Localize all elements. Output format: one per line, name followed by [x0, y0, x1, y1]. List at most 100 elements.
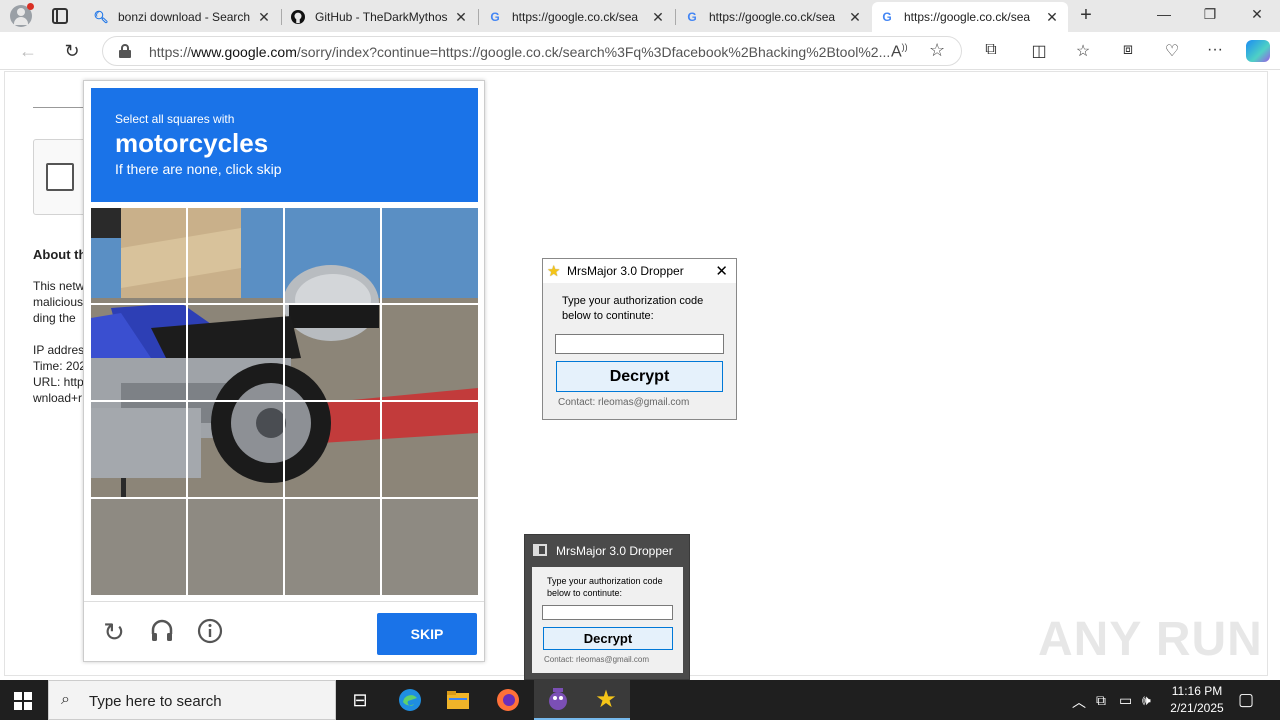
dialog-titlebar[interactable]: MrsMajor 3.0 Dropper [525, 535, 689, 565]
more-menu-icon[interactable]: ··· [1204, 41, 1226, 61]
app-window-icon [533, 544, 547, 556]
auth-code-input[interactable] [555, 334, 724, 354]
tab-label: https://google.co.ck/sea [512, 10, 639, 24]
dialog-body: Type your authorization code below to co… [532, 567, 683, 673]
windows-start-icon[interactable] [14, 692, 32, 710]
about-heading: About th [33, 247, 87, 262]
show-hidden-icons-chevron-icon[interactable]: ︿ [1072, 692, 1086, 712]
info-icon[interactable] [196, 618, 224, 646]
tab-bonzi-search[interactable]: 🔍︎ bonzi download - Search ✕ [86, 2, 280, 32]
auth-prompt: Type your authorization code below to co… [547, 576, 663, 598]
address-bar[interactable]: https://www.google.com/sorry/index?conti… [102, 36, 962, 66]
tab-google-2[interactable]: G https://google.co.ck/sea ✕ [677, 2, 871, 32]
captcha-challenge: Select all squares with motorcycles If t… [83, 80, 485, 662]
tab-bar: 🔍︎ bonzi download - Search ✕ GitHub - Th… [0, 0, 1280, 32]
audio-headphones-icon[interactable] [148, 618, 176, 646]
tab-actions-icon[interactable] [52, 8, 68, 24]
firefox-icon[interactable] [484, 680, 532, 720]
google-icon: G [687, 10, 697, 24]
tab-google-active[interactable]: G https://google.co.ck/sea ✕ [872, 2, 1068, 32]
github-icon [291, 10, 305, 24]
browser-essentials-icon[interactable]: ♡ [1161, 41, 1183, 61]
volume-icon[interactable]: 🕪︎ [1142, 692, 1151, 709]
lock-icon [119, 44, 131, 58]
auth-prompt: Type your authorization code below to co… [562, 295, 704, 322]
reload-icon[interactable]: ↻ [100, 618, 128, 646]
search-icon: ⌕ [61, 691, 70, 708]
recaptcha-checkbox[interactable] [46, 163, 74, 191]
notifications-icon[interactable]: ▢ [1238, 690, 1254, 710]
minimize-icon[interactable]: — [1154, 6, 1174, 22]
restore-icon[interactable]: ❐ [1200, 6, 1220, 23]
tab-label: bonzi download - Search [118, 10, 251, 24]
close-tab-icon[interactable]: ✕ [847, 9, 863, 26]
page-text-line: IP addres [33, 343, 85, 357]
page-text-line: ding the [33, 311, 76, 325]
page-text-line: URL: http [33, 375, 84, 389]
star-icon: ★ [547, 263, 561, 280]
taskbar: ⌕ Type here to search ⊟ ★ ︿ ⧉ ▭ 🕪︎ 11:16… [0, 680, 1280, 720]
extensions-icon[interactable]: ⧉ [980, 41, 1002, 61]
read-aloud-icon[interactable]: A)) [891, 42, 908, 61]
file-explorer-icon[interactable] [434, 680, 482, 720]
captcha-header: Select all squares with motorcycles If t… [91, 88, 478, 202]
contact-text: Contact: rleomas@gmail.com [558, 397, 690, 408]
auth-code-input[interactable] [542, 605, 673, 620]
skip-button[interactable]: SKIP [377, 613, 477, 655]
captcha-image-grid [91, 208, 478, 595]
meet-now-icon[interactable]: ⧉ [1096, 692, 1106, 709]
refresh-icon[interactable]: ↻ [60, 39, 84, 63]
clock-date: 2/21/2025 [1170, 701, 1224, 715]
captcha-subtext: If there are none, click skip [115, 161, 282, 177]
favorite-star-icon[interactable]: ☆ [929, 40, 945, 61]
new-tab-icon[interactable]: + [1076, 5, 1096, 25]
close-tab-icon[interactable]: ✕ [1044, 9, 1060, 26]
captcha-footer: ↻ SKIP [84, 601, 484, 661]
tab-label: GitHub - TheDarkMythos [315, 10, 448, 24]
close-icon[interactable]: ✕ [715, 262, 728, 280]
dialog-titlebar[interactable]: ★ MrsMajor 3.0 Dropper ✕ [543, 259, 736, 283]
collections-icon[interactable]: ⧈ [1117, 41, 1139, 61]
favorites-icon[interactable]: ☆ [1072, 41, 1094, 61]
close-tab-icon[interactable]: ✕ [650, 9, 666, 26]
clock[interactable]: 11:16 PM 2/21/2025 [1160, 683, 1234, 717]
url-text[interactable]: https://www.google.com/sorry/index?conti… [149, 44, 889, 60]
page-text-line: wnload+r [33, 391, 83, 405]
task-view-icon[interactable]: ⊟ [336, 680, 384, 720]
dropper-dialog-active: ★ MrsMajor 3.0 Dropper ✕ Type your autho… [542, 258, 737, 420]
anyrun-watermark: ANY RUN [1038, 613, 1263, 666]
tab-label: https://google.co.ck/sea [904, 10, 1031, 24]
tab-google-1[interactable]: G https://google.co.ck/sea ✕ [480, 2, 674, 32]
close-tab-icon[interactable]: ✕ [256, 9, 272, 26]
search-icon: 🔍︎ [93, 10, 109, 24]
page-text-line: malicious [33, 295, 84, 309]
captcha-instruction: Select all squares with [115, 112, 235, 126]
tab-github[interactable]: GitHub - TheDarkMythos ✕ [283, 2, 477, 32]
network-icon[interactable]: ▭ [1119, 692, 1132, 709]
decrypt-button[interactable]: Decrypt [556, 361, 723, 392]
copilot-icon[interactable] [1246, 40, 1270, 62]
profile-avatar-icon[interactable] [10, 3, 34, 27]
page-text-line: This netw [33, 279, 85, 293]
contact-text: Contact: rleomas@gmail.com [544, 655, 650, 664]
clock-time: 11:16 PM [1171, 684, 1223, 698]
close-window-icon[interactable]: ✕ [1247, 6, 1267, 23]
edge-icon[interactable] [386, 680, 434, 720]
back-arrow-icon[interactable]: ← [16, 39, 40, 63]
taskbar-search-box[interactable]: ⌕ Type here to search [48, 680, 336, 720]
bonzi-buddy-icon[interactable] [534, 680, 582, 720]
dropper-dialog-inactive: MrsMajor 3.0 Dropper Type your authoriza… [524, 534, 690, 680]
mrsmajor-star-icon[interactable]: ★ [582, 680, 630, 720]
page-text-line: Time: 202 [33, 359, 86, 373]
google-icon: G [882, 10, 892, 24]
captcha-tiles[interactable] [91, 208, 478, 595]
captcha-target: motorcycles [115, 128, 269, 158]
tab-label: https://google.co.ck/sea [709, 10, 836, 24]
close-tab-icon[interactable]: ✕ [453, 9, 469, 26]
dialog-title: MrsMajor 3.0 Dropper [567, 264, 684, 278]
decrypt-button[interactable]: Decrypt [543, 627, 673, 650]
dialog-title: MrsMajor 3.0 Dropper [556, 544, 673, 558]
search-placeholder: Type here to search [89, 693, 222, 710]
split-screen-icon[interactable]: ◫ [1028, 41, 1050, 61]
address-toolbar: ← ↻ https://www.google.com/sorry/index?c… [0, 32, 1280, 70]
